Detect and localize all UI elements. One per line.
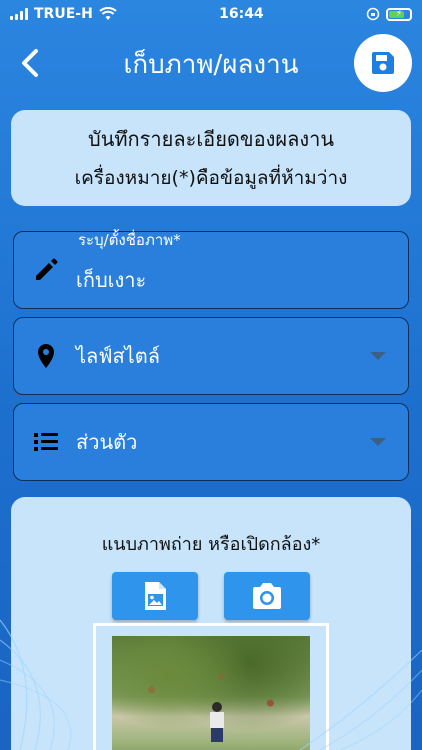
- category-dropdown-arrow-icon: [370, 352, 386, 360]
- chevron-left-icon: [22, 49, 38, 77]
- signal-icon: [10, 8, 28, 20]
- wifi-icon: [99, 7, 117, 20]
- pencil-icon: [36, 258, 58, 280]
- category-value: ไลฟ์สไตล์: [76, 344, 160, 368]
- photo-preview-frame[interactable]: [93, 623, 329, 750]
- camera-button[interactable]: [224, 572, 310, 620]
- image-name-field[interactable]: ระบุ/ตั้งชื่อภาพ* เก็บเงาะ: [13, 231, 409, 309]
- status-left: TRUE-H: [10, 6, 117, 22]
- required-note: เครื่องหมาย(*)คือข้อมูลที่ห้ามว่าง: [74, 167, 348, 189]
- info-card: บันทึกรายละเอียดของผลงาน เครื่องหมาย(*)ค…: [11, 110, 411, 206]
- save-button[interactable]: [354, 34, 412, 92]
- image-name-input[interactable]: เก็บเงาะ: [76, 264, 146, 296]
- back-button[interactable]: [14, 46, 48, 80]
- app-header: เก็บภาพ/ผลงาน: [0, 28, 422, 100]
- attach-card: แนบภาพถ่าย หรือเปิดกล้อง*: [11, 497, 411, 750]
- attach-buttons: [11, 572, 411, 620]
- attach-label: แนบภาพถ่าย หรือเปิดกล้อง*: [101, 534, 321, 555]
- photo-preview: [112, 636, 310, 750]
- map-pin-icon: [38, 344, 54, 368]
- status-right: ⚡: [366, 7, 412, 21]
- page-title: เก็บภาพ/ผลงาน: [123, 49, 299, 80]
- privacy-dropdown-arrow-icon: [370, 438, 386, 446]
- privacy-select[interactable]: ส่วนตัว: [13, 403, 409, 481]
- list-icon: [34, 433, 58, 451]
- image-file-icon: [145, 582, 166, 610]
- status-bar: TRUE-H 16:44 ⚡: [0, 0, 422, 28]
- camera-icon: [253, 583, 281, 609]
- floppy-disk-icon: [372, 52, 394, 74]
- person-figure: [210, 702, 224, 742]
- clock: 16:44: [219, 6, 264, 22]
- gallery-button[interactable]: [112, 572, 198, 620]
- privacy-value: ส่วนตัว: [76, 430, 138, 454]
- orientation-lock-icon: [366, 7, 380, 21]
- info-title: บันทึกรายละเอียดของผลงาน: [88, 127, 334, 151]
- image-name-label: ระบุ/ตั้งชื่อภาพ*: [78, 231, 181, 249]
- battery-icon: ⚡: [386, 7, 412, 21]
- carrier-name: TRUE-H: [34, 6, 93, 22]
- category-select[interactable]: ไลฟ์สไตล์: [13, 317, 409, 395]
